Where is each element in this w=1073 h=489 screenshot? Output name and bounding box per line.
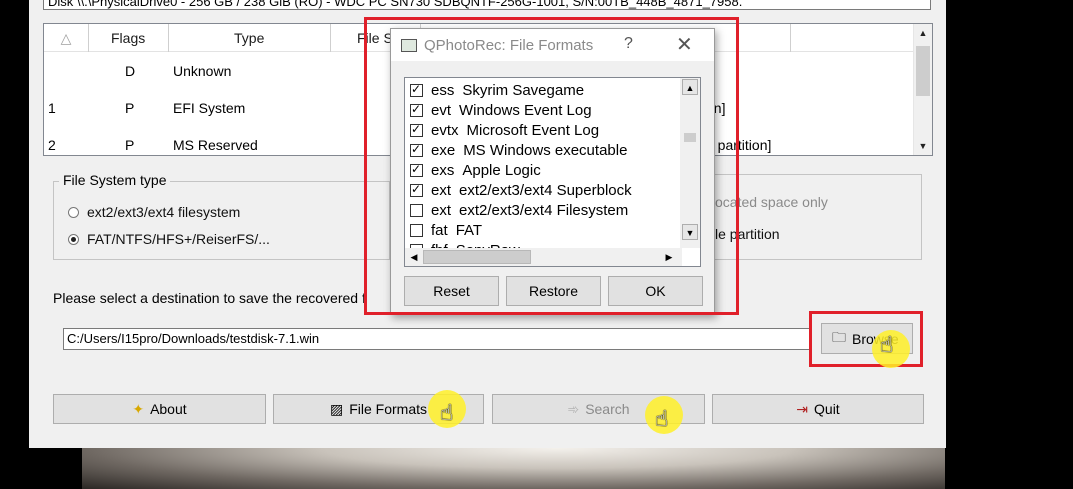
exit-icon: ⇥ [796,400,809,417]
scroll-thumb[interactable] [916,46,930,96]
radio-label: ext2/ext3/ext4 filesystem [87,204,241,220]
file-formats-label: File Formats [349,401,428,417]
fs-type-title: File System type [59,172,171,188]
row-type: Unknown [173,63,232,79]
scroll-down-icon[interactable]: ▼ [914,137,932,155]
row-flag: P [125,137,135,153]
scroll-up-icon[interactable]: ▲ [914,24,932,42]
radio-button[interactable] [68,207,79,218]
quit-label: Quit [814,401,840,417]
destination-label: Please select a destination to save the … [53,290,366,306]
table-scrollbar[interactable]: ▲ ▼ [913,24,932,155]
row-number: 1 [48,100,56,116]
row-type: EFI System [173,100,246,116]
radio-fat[interactable]: FAT/NTFS/HFS+/ReiserFS/... [68,231,270,247]
hand-cursor-icon: ☝ [440,400,454,425]
row-type: MS Reserved [173,137,258,153]
row-flag: P [125,100,135,116]
background-photo [82,448,945,489]
radio-label: FAT/NTFS/HFS+/ReiserFS/... [87,231,270,247]
disk-selector[interactable]: Disk \\.\PhysicalDrive0 - 256 GB / 238 G… [43,0,931,10]
hand-cursor-icon: ☝ [655,406,669,431]
star-icon: ✦ [132,400,145,417]
about-button[interactable]: ✦ About [53,394,266,424]
arrow-right-icon: ➾ [567,400,580,417]
hand-cursor-icon: ☝ [880,332,894,357]
about-label: About [150,401,187,417]
header-flags[interactable]: Flags [89,24,169,52]
radio-button[interactable] [68,234,79,245]
sort-triangle-icon[interactable]: △ [44,24,89,52]
fs-type-group [53,181,390,260]
annotation-dialog-box [364,17,739,315]
row-number: 2 [48,137,56,153]
header-type[interactable]: Type [169,24,331,52]
row-flag: D [125,63,136,79]
search-label: Search [585,401,630,417]
quit-button[interactable]: ⇥ Quit [712,394,924,424]
destination-path-input[interactable]: C:/Users/I15pro/Downloads/testdisk-7.1.w… [63,328,811,350]
radio-ext[interactable]: ext2/ext3/ext4 filesystem [68,204,240,220]
image-icon: ▨ [329,400,344,417]
